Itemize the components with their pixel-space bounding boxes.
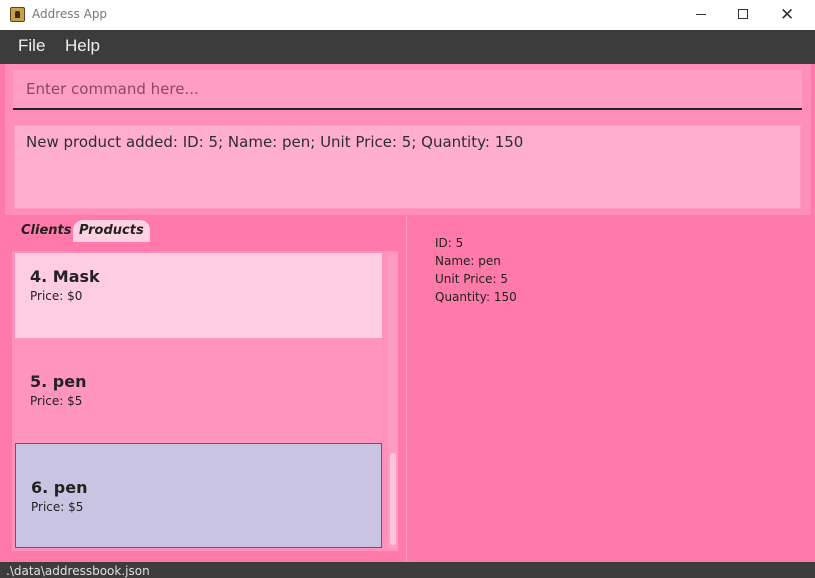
list-scrollbar[interactable] bbox=[388, 253, 398, 549]
close-icon: ✕ bbox=[780, 5, 795, 25]
detail-quantity: Quantity: 150 bbox=[435, 290, 517, 304]
product-title: 6. pen bbox=[31, 478, 88, 497]
menu-help[interactable]: Help bbox=[65, 36, 100, 56]
command-pane bbox=[5, 64, 811, 117]
command-input[interactable] bbox=[13, 70, 802, 110]
app-icon bbox=[10, 7, 25, 22]
detail-name: Name: pen bbox=[435, 254, 501, 268]
save-location: .\data\addressbook.json bbox=[6, 564, 150, 578]
product-detail: ID: 5 Name: pen Unit Price: 5 Quantity: … bbox=[435, 234, 517, 306]
minimize-button[interactable] bbox=[679, 0, 725, 30]
scrollbar-thumb[interactable] bbox=[390, 453, 396, 545]
status-bar: .\data\addressbook.json bbox=[0, 562, 815, 578]
window-title: Address App bbox=[32, 7, 108, 21]
product-title: 4. Mask bbox=[30, 267, 100, 286]
tab-clients[interactable]: Clients bbox=[15, 220, 77, 242]
product-list: 4. Mask Price: $0 5. pen Price: $5 6. pe… bbox=[12, 251, 398, 551]
result-pane: New product added: ID: 5; Name: pen; Uni… bbox=[5, 117, 811, 215]
product-price: Price: $5 bbox=[31, 500, 84, 514]
list-panel: Clients Products 4. Mask Price: $0 5. pe… bbox=[5, 216, 407, 562]
detail-panel: ID: 5 Name: pen Unit Price: 5 Quantity: … bbox=[408, 216, 815, 562]
close-button[interactable]: ✕ bbox=[767, 0, 813, 30]
detail-id: ID: 5 bbox=[435, 236, 464, 250]
detail-unit-price: Unit Price: 5 bbox=[435, 272, 509, 286]
minimize-icon bbox=[696, 14, 706, 15]
title-bar: Address App ✕ bbox=[0, 0, 815, 30]
maximize-icon bbox=[738, 9, 748, 19]
product-card-selected[interactable]: 6. pen Price: $5 bbox=[15, 443, 382, 548]
tab-products[interactable]: Products bbox=[73, 220, 150, 242]
product-price: Price: $5 bbox=[30, 394, 83, 408]
product-price: Price: $0 bbox=[30, 289, 83, 303]
maximize-button[interactable] bbox=[721, 0, 767, 30]
menu-file[interactable]: File bbox=[18, 36, 45, 56]
menu-bar: File Help bbox=[0, 30, 815, 64]
product-card[interactable]: 5. pen Price: $5 bbox=[15, 338, 382, 443]
product-title: 5. pen bbox=[30, 372, 87, 391]
result-display: New product added: ID: 5; Name: pen; Uni… bbox=[14, 125, 801, 209]
